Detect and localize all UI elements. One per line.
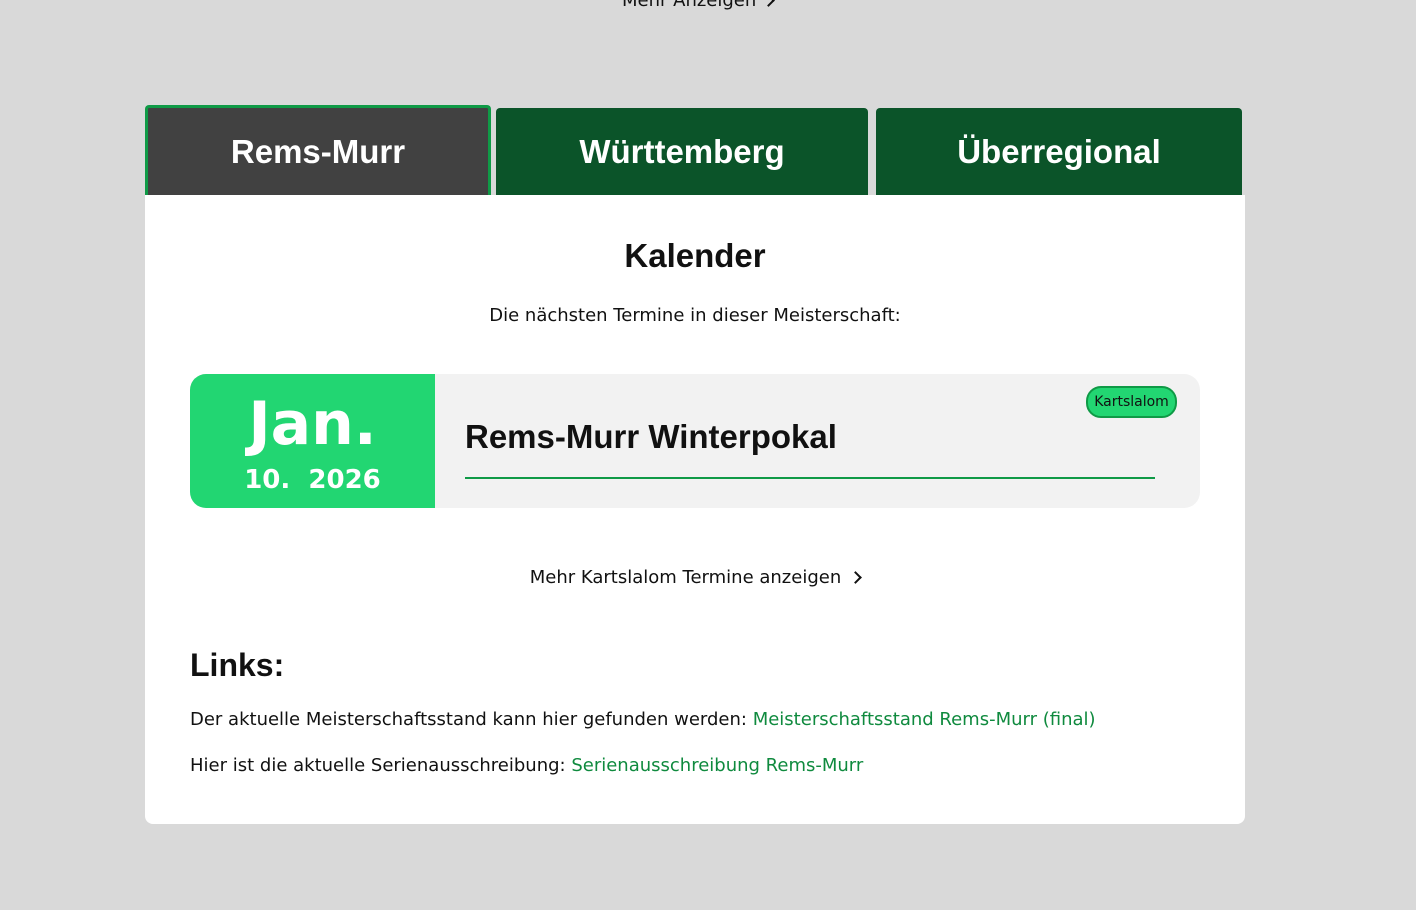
calendar-title: Kalender: [624, 237, 766, 274]
tab-wuerttemberg[interactable]: Württemberg: [496, 108, 868, 195]
tab-rems-murr[interactable]: Rems-Murr: [145, 105, 491, 195]
event-day-year: 10. 2026: [190, 464, 435, 496]
links-heading: Links:: [190, 647, 285, 683]
chevron-right-icon: [849, 571, 863, 584]
standings-line: Der aktuelle Meisterschaftsstand kann hi…: [190, 709, 1096, 730]
tab-ueberregional[interactable]: Überregional: [876, 108, 1242, 195]
event-underline: [465, 477, 1155, 479]
standings-text: Der aktuelle Meisterschaftsstand kann hi…: [190, 709, 753, 730]
event-year: 2026: [308, 465, 381, 495]
championship-tabs: Rems-Murr Württemberg Überregional: [145, 105, 1245, 195]
regulations-line: Hier ist die aktuelle Serienausschreibun…: [190, 755, 863, 776]
calendar-subtitle: Die nächsten Termine in dieser Meistersc…: [489, 305, 901, 326]
event-date: Jan. 10. 2026: [190, 374, 435, 508]
event-card[interactable]: Jan. 10. 2026 Rems-Murr Winterpokal Kart…: [190, 374, 1200, 508]
chevron-right-icon: [762, 0, 776, 7]
more-dates-link[interactable]: Mehr Kartslalom Termine anzeigen: [145, 567, 1245, 588]
regulations-link[interactable]: Serienausschreibung Rems-Murr: [571, 755, 863, 776]
standings-link[interactable]: Meisterschaftsstand Rems-Murr (final): [753, 709, 1096, 730]
category-badge: Kartslalom: [1086, 386, 1177, 418]
regulations-text: Hier ist die aktuelle Serienausschreibun…: [190, 755, 572, 776]
event-title[interactable]: Rems-Murr Winterpokal: [465, 418, 837, 456]
content-card: Kalender Die nächsten Termine in dieser …: [145, 195, 1245, 824]
event-day: 10.: [244, 465, 291, 495]
event-month: Jan.: [248, 389, 377, 459]
more-dates-label: Mehr Kartslalom Termine anzeigen: [529, 567, 842, 588]
show-more-link[interactable]: Mehr Anzeigen: [622, 0, 776, 11]
show-more-label: Mehr Anzeigen: [622, 0, 757, 11]
